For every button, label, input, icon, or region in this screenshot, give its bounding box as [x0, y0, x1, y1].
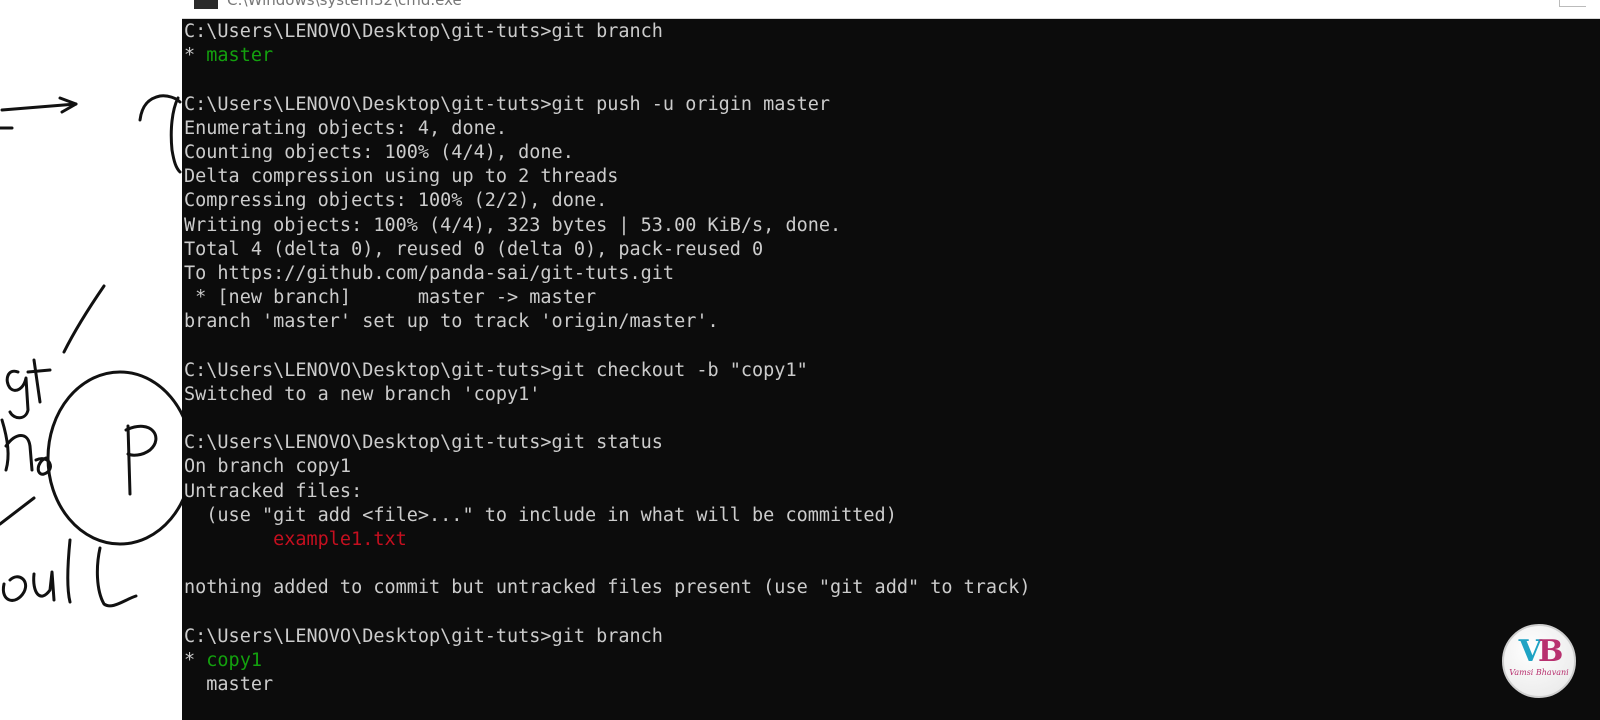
console-line: Untracked files: — [184, 480, 1600, 504]
console-line: On branch copy1 — [184, 455, 1600, 479]
console-line: Total 4 (delta 0), reused 0 (delta 0), p… — [184, 238, 1600, 262]
console-output[interactable]: C:\Users\LENOVO\Desktop\git-tuts>git bra… — [184, 20, 1600, 697]
terminal-window[interactable]: C:\Windows\system32\cmd.exe C:\Users\LEN… — [182, 0, 1600, 720]
cmd-icon — [194, 0, 218, 9]
console-text: Switched to a new branch 'copy1' — [184, 383, 541, 405]
handwritten-sketch — [0, 94, 182, 608]
console-text: C:\Users\LENOVO\Desktop\git-tuts>git sta… — [184, 432, 663, 454]
console-text: Writing objects: 100% (4/4), 323 bytes |… — [184, 214, 842, 236]
logo-name: Vamsi Bhavani — [1509, 668, 1569, 677]
console-line: * copy1 — [184, 649, 1600, 673]
current-branch-name: copy1 — [206, 649, 262, 671]
console-text: On branch copy1 — [184, 456, 352, 478]
console-line: nothing added to commit but untracked fi… — [184, 576, 1600, 600]
console-line: To https://github.com/panda-sai/git-tuts… — [184, 262, 1600, 286]
console-line: Switched to a new branch 'copy1' — [184, 383, 1600, 407]
logo-initial-b: B — [1537, 634, 1563, 669]
window-control-button[interactable] — [1559, 0, 1586, 7]
untracked-file-name: example1.txt — [273, 528, 407, 550]
console-line: Delta compression using up to 2 threads — [184, 165, 1600, 189]
console-line: C:\Users\LENOVO\Desktop\git-tuts>git sta… — [184, 431, 1600, 455]
console-line: C:\Users\LENOVO\Desktop\git-tuts>git bra… — [184, 20, 1600, 44]
current-branch-name: master — [206, 45, 274, 67]
console-text: Compressing objects: 100% (2/2), done. — [184, 190, 608, 212]
console-line: * master — [184, 44, 1600, 68]
console-text: (use "git add <file>..." to include in w… — [184, 504, 897, 526]
console-line: C:\Users\LENOVO\Desktop\git-tuts>git che… — [184, 359, 1600, 383]
console-line: * [new branch] master -> master — [184, 286, 1600, 310]
console-text: master — [184, 674, 274, 696]
console-line: C:\Users\LENOVO\Desktop\git-tuts>git pus… — [184, 93, 1600, 117]
logo-initial-v: V — [1518, 634, 1542, 669]
console-text: * — [184, 45, 207, 67]
console-text: * — [184, 649, 207, 671]
console-text: C:\Users\LENOVO\Desktop\git-tuts>git pus… — [184, 93, 831, 115]
console-line: master — [184, 673, 1600, 697]
console-line: Counting objects: 100% (4/4), done. — [184, 141, 1600, 165]
console-line: (use "git add <file>..." to include in w… — [184, 504, 1600, 528]
console-line: Enumerating objects: 4, done. — [184, 117, 1600, 141]
console-line: Writing objects: 100% (4/4), 323 bytes |… — [184, 214, 1600, 238]
console-text: Untracked files: — [184, 480, 363, 502]
console-line: example1.txt — [184, 528, 1600, 552]
console-text: Delta compression using up to 2 threads — [184, 166, 619, 188]
console-text: nothing added to commit but untracked fi… — [184, 577, 1031, 599]
console-text: Enumerating objects: 4, done. — [184, 117, 508, 139]
console-line: branch 'master' set up to track 'origin/… — [184, 310, 1600, 334]
console-text: Total 4 (delta 0), reused 0 (delta 0), p… — [184, 238, 764, 260]
console-line: C:\Users\LENOVO\Desktop\git-tuts>git bra… — [184, 625, 1600, 649]
logo-initials: VB — [1504, 636, 1574, 668]
console-text: branch 'master' set up to track 'origin/… — [184, 311, 719, 333]
watermark-logo: VB Vamsi Bhavani — [1502, 624, 1576, 698]
console-text: C:\Users\LENOVO\Desktop\git-tuts>git bra… — [184, 625, 663, 647]
console-text: To https://github.com/panda-sai/git-tuts… — [184, 262, 675, 284]
console-text: Counting objects: 100% (4/4), done. — [184, 141, 574, 163]
console-text: C:\Users\LENOVO\Desktop\git-tuts>git bra… — [184, 21, 663, 42]
whiteboard-sketch — [0, 0, 182, 720]
window-titlebar[interactable]: C:\Windows\system32\cmd.exe — [182, 0, 1600, 19]
console-text: C:\Users\LENOVO\Desktop\git-tuts>git che… — [184, 359, 808, 381]
console-line: Compressing objects: 100% (2/2), done. — [184, 189, 1600, 213]
console-text: * [new branch] master -> master — [184, 287, 597, 309]
window-title: C:\Windows\system32\cmd.exe — [227, 0, 462, 9]
